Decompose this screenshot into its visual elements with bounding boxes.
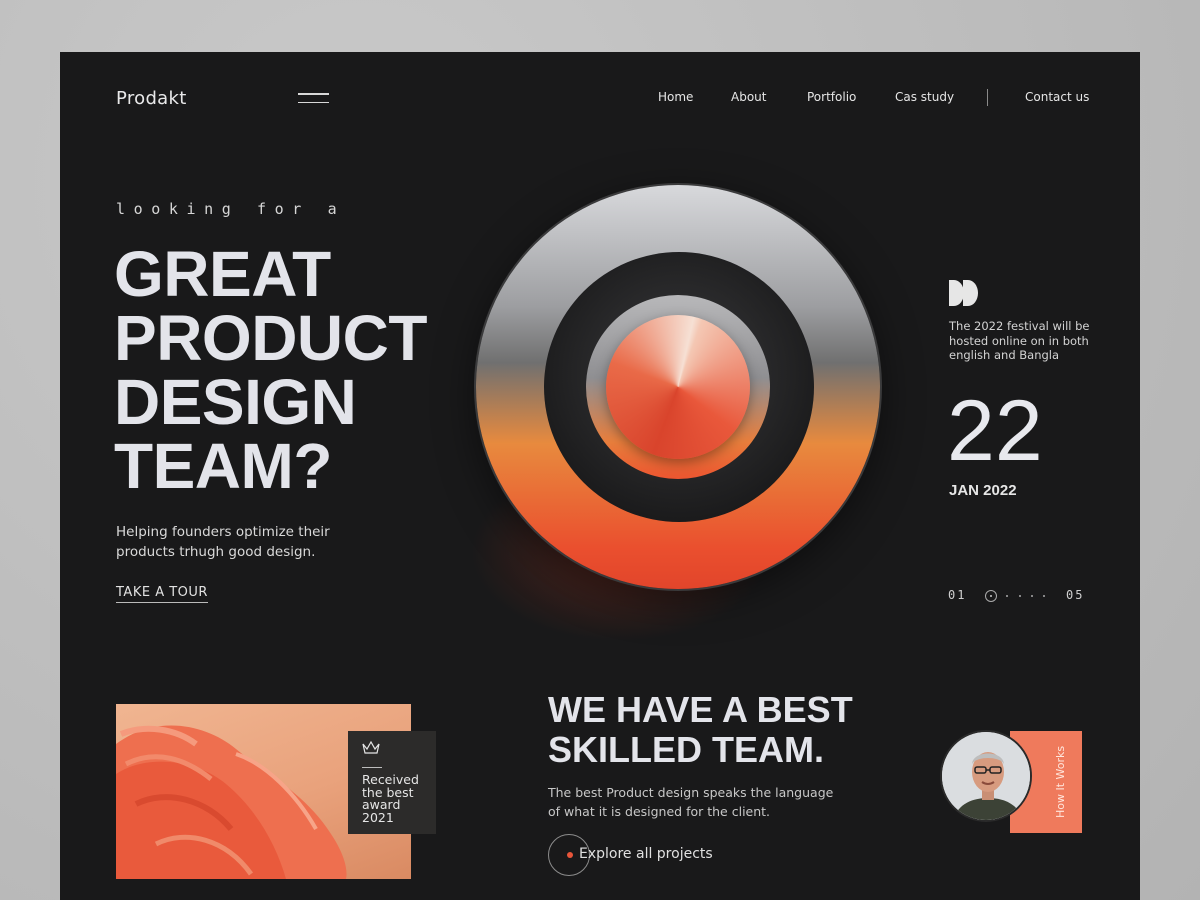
event-month: JAN 2022	[949, 482, 1017, 499]
headline-line: TEAM?	[114, 430, 332, 502]
hero-eyebrow: looking for a	[116, 200, 346, 218]
menu-icon[interactable]	[298, 93, 329, 105]
explore-projects-link[interactable]: Explore all projects	[579, 846, 713, 862]
quote-icon	[949, 280, 978, 306]
page-frame: Prodakt Home About Portfolio Cas study C…	[60, 52, 1140, 900]
pager-dot[interactable]	[1006, 595, 1008, 597]
pager-start: 01	[948, 588, 967, 602]
nav-contact[interactable]: Contact us	[1025, 90, 1089, 104]
team-title-line: WE HAVE A BEST	[548, 689, 853, 730]
pager-end: 05	[1066, 588, 1085, 602]
pager-dot-active[interactable]	[985, 590, 997, 602]
nav-divider	[987, 89, 988, 106]
headline-line: DESIGN	[114, 366, 357, 438]
event-description: The 2022 festival will be hosted online …	[949, 319, 1090, 362]
nav-case-study[interactable]: Cas study	[895, 90, 954, 104]
nav-about[interactable]: About	[731, 90, 766, 104]
award-rule	[362, 767, 382, 768]
headline-line: GREAT	[114, 238, 331, 310]
team-subtitle: The best Product design speaks the langu…	[548, 785, 834, 819]
pager-dot[interactable]	[1019, 595, 1021, 597]
crown-icon	[362, 740, 380, 754]
nav-portfolio[interactable]: Portfolio	[807, 90, 856, 104]
person-photo	[942, 732, 1030, 820]
take-tour-link[interactable]: TAKE A TOUR	[116, 585, 208, 603]
pager-dot[interactable]	[1043, 595, 1045, 597]
nav-home[interactable]: Home	[658, 90, 693, 104]
logo[interactable]: Prodakt	[116, 88, 187, 109]
team-title-line: SKILLED TEAM.	[548, 729, 824, 770]
hero-subtitle: Helping founders optimize their products…	[116, 524, 330, 560]
how-it-works-label[interactable]: How It Works	[1054, 746, 1067, 818]
team-title: WE HAVE A BEST SKILLED TEAM.	[548, 690, 853, 770]
explore-dot-icon	[567, 852, 573, 858]
pager-dot[interactable]	[1031, 595, 1033, 597]
event-day: 22	[947, 383, 1043, 479]
ring-core	[606, 315, 750, 459]
award-line: 2021	[362, 809, 394, 825]
award-badge: Received the best award 2021	[348, 731, 436, 834]
team-member-avatar	[940, 730, 1032, 822]
hero-headline: GREAT PRODUCT DESIGN TEAM?	[114, 242, 474, 498]
headline-line: PRODUCT	[114, 302, 427, 374]
